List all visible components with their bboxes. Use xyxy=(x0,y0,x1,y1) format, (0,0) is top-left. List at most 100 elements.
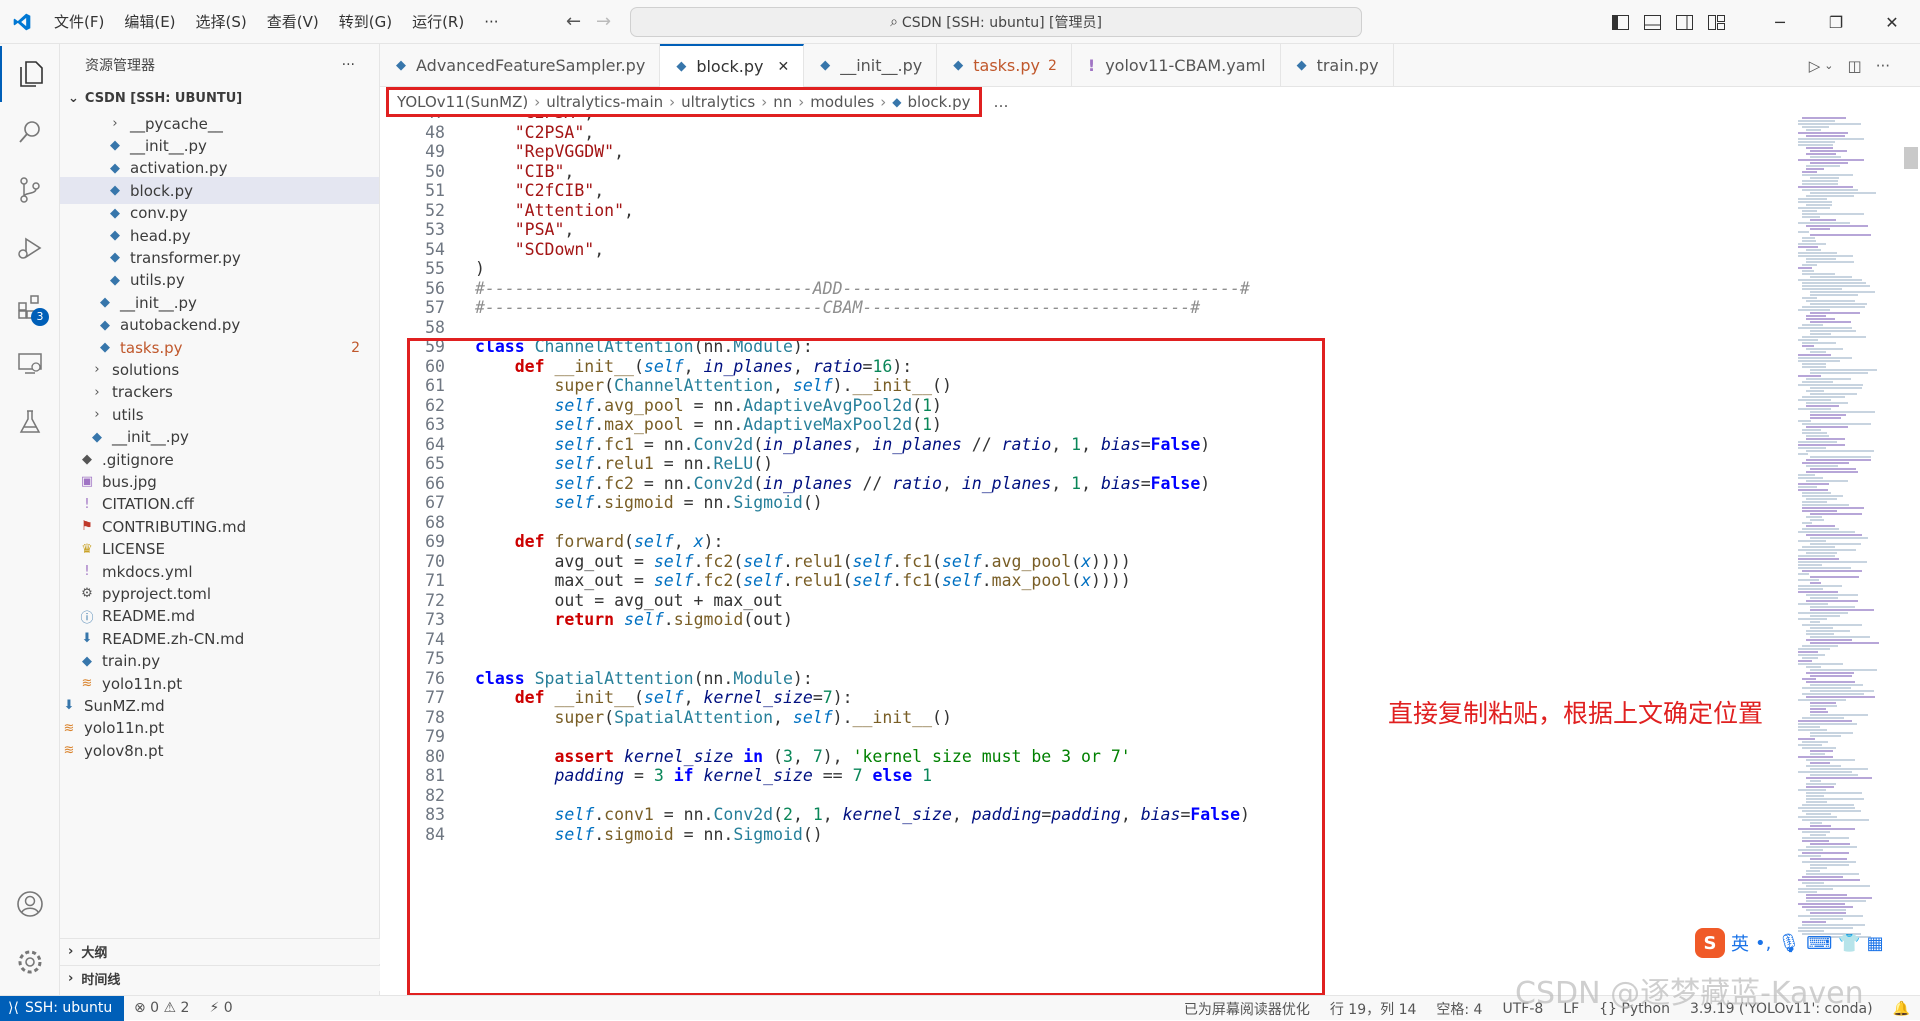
code-line[interactable]: return self.sigmoid(out) xyxy=(475,610,792,629)
code-line[interactable]: self.max_pool = nn.AdaptiveMaxPool2d(1) xyxy=(475,415,941,434)
command-center-search[interactable]: ⌕ CSDN [SSH: ubuntu] [管理员] xyxy=(630,7,1362,37)
code-line[interactable]: assert kernel_size in (3, 7), 'kernel si… xyxy=(475,747,1130,766)
keyboard-icon[interactable]: ⌨ xyxy=(1806,933,1832,954)
sidebar-more-button[interactable]: ··· xyxy=(342,57,355,73)
code-line[interactable]: padding = 3 if kernel_size == 7 else 1 xyxy=(475,766,932,785)
code-line[interactable]: avg_out = self.fc2(self.relu1(self.fc1(s… xyxy=(475,552,1130,571)
code-line[interactable]: self.conv1 = nn.Conv2d(2, 1, kernel_size… xyxy=(475,805,1250,824)
explorer-icon[interactable] xyxy=(0,46,60,102)
back-arrow-icon[interactable]: ← xyxy=(559,11,589,32)
close-window-button[interactable]: ✕ xyxy=(1864,0,1920,44)
notifications-bell-icon[interactable]: 🔔 xyxy=(1883,1001,1920,1017)
minimize-button[interactable]: ─ xyxy=(1752,0,1808,44)
tab-train[interactable]: ◆ train.py xyxy=(1281,44,1394,87)
code-line[interactable]: #----------------------------------CBAM-… xyxy=(475,298,1200,317)
extensions-icon[interactable]: 3 xyxy=(0,278,60,334)
skin-shirt-icon[interactable]: 👕 xyxy=(1838,933,1860,954)
breadcrumb-item[interactable]: ultralytics xyxy=(681,93,755,111)
restore-button[interactable]: ❐ xyxy=(1808,0,1864,44)
ports-indicator[interactable]: ⚡ 0 xyxy=(199,1000,242,1016)
menu-file[interactable]: 文件(F) xyxy=(44,0,114,44)
code-line[interactable]: #---------------------------------ADD---… xyxy=(475,279,1250,298)
menu-edit[interactable]: 编辑(E) xyxy=(114,0,185,44)
minimap[interactable] xyxy=(1790,117,1908,995)
tab-tasks[interactable]: ◆ tasks.py 2 xyxy=(937,44,1072,87)
workspace-root[interactable]: ⌄ CSDN [SSH: UBUNTU] xyxy=(60,86,379,110)
code-editor[interactable]: 47 "C2PSA", 48 "C2PSA", 49 "RepVGGDW", 50 "… xyxy=(380,117,1790,995)
menu-view[interactable]: 查看(V) xyxy=(257,0,329,44)
breadcrumb-item[interactable]: modules xyxy=(810,93,874,111)
menu-goto[interactable]: 转到(G) xyxy=(329,0,402,44)
customize-layout-icon[interactable] xyxy=(1700,0,1732,44)
remote-explorer-icon[interactable] xyxy=(0,336,60,392)
tab-init[interactable]: ◆ __init__.py xyxy=(804,44,938,87)
code-line[interactable]: self.sigmoid = nn.Sigmoid() xyxy=(475,493,822,512)
minimap-line xyxy=(1806,909,1846,911)
outline-section[interactable]: › 大纲 xyxy=(60,938,380,964)
code-line[interactable]: def forward(self, x): xyxy=(475,532,724,551)
menu-run[interactable]: 运行(R) xyxy=(402,0,474,44)
run-debug-icon[interactable] xyxy=(0,220,60,276)
code-line[interactable]: ) xyxy=(475,259,485,278)
menu-more[interactable]: ··· xyxy=(474,0,508,44)
code-line[interactable]: self.relu1 = nn.ReLU() xyxy=(475,454,773,473)
minimap-line xyxy=(1810,825,1831,827)
code-line[interactable]: class SpatialAttention(nn.Module): xyxy=(475,669,813,688)
code-line[interactable]: super(ChannelAttention, self).__init__() xyxy=(475,376,951,395)
code-line[interactable]: "C2PSA", xyxy=(475,123,594,142)
breadcrumb-more[interactable]: … xyxy=(994,93,1009,111)
ime-language[interactable]: 英 xyxy=(1731,930,1749,956)
testing-flask-icon[interactable] xyxy=(0,394,60,450)
tab-block[interactable]: ◆ block.py ✕ xyxy=(660,44,805,87)
ime-punctuation-icon[interactable]: •, xyxy=(1755,933,1771,954)
code-line[interactable]: "C2PSA", xyxy=(475,117,594,122)
tab-advancedfeaturesampler[interactable]: ◆ AdvancedFeatureSampler.py xyxy=(380,44,661,87)
problems-indicator[interactable]: ⊗ 0 ⚠ 2 xyxy=(124,1000,199,1016)
menu-selection[interactable]: 选择(S) xyxy=(186,0,257,44)
settings-gear-icon[interactable] xyxy=(0,934,60,990)
file-tree-item[interactable]: ≋ yolov8n.pt xyxy=(60,737,379,764)
cursor-position[interactable]: 行 19，列 14 xyxy=(1320,999,1427,1019)
remote-indicator[interactable]: ⟩⟨ SSH: ubuntu xyxy=(0,995,124,1021)
search-view-icon[interactable] xyxy=(0,104,60,160)
close-tab-icon[interactable]: ✕ xyxy=(777,59,789,75)
toggle-secondary-sidebar-icon[interactable] xyxy=(1668,0,1700,44)
toggle-panel-icon[interactable] xyxy=(1636,0,1668,44)
code-line[interactable]: self.fc2 = nn.Conv2d(in_planes // ratio,… xyxy=(475,474,1210,493)
breadcrumb-item[interactable]: ultralytics-main xyxy=(546,93,663,111)
split-editor-icon[interactable]: ◫ xyxy=(1848,57,1862,75)
indentation[interactable]: 空格: 4 xyxy=(1426,999,1492,1019)
breadcrumb-item[interactable]: block.py xyxy=(908,93,971,111)
toggle-primary-sidebar-icon[interactable] xyxy=(1604,0,1636,44)
breadcrumb-item[interactable]: YOLOv11(SunMZ) xyxy=(397,93,528,111)
vertical-scrollbar[interactable] xyxy=(1904,147,1918,169)
account-icon[interactable] xyxy=(0,876,60,932)
code-line[interactable]: super(SpatialAttention, self).__init__() xyxy=(475,708,951,727)
more-actions-icon[interactable]: ··· xyxy=(1876,57,1890,75)
code-line[interactable]: max_out = self.fc2(self.relu1(self.fc1(s… xyxy=(475,571,1130,590)
code-line[interactable]: "PSA", xyxy=(475,220,575,239)
code-line[interactable]: "CIB", xyxy=(475,162,575,181)
code-line[interactable]: self.avg_pool = nn.AdaptiveAvgPool2d(1) xyxy=(475,396,941,415)
code-line[interactable]: class ChannelAttention(nn.Module): xyxy=(475,337,813,356)
forward-arrow-icon[interactable]: → xyxy=(589,11,619,32)
minimap-line xyxy=(1798,246,1818,248)
code-line[interactable]: "SCDown", xyxy=(475,240,604,259)
code-line[interactable]: out = avg_out + max_out xyxy=(475,591,782,610)
breadcrumb-item[interactable]: nn xyxy=(773,93,792,111)
screen-reader-status[interactable]: 已为屏幕阅读器优化 xyxy=(1174,999,1320,1019)
timeline-section[interactable]: › 时间线 xyxy=(60,965,380,991)
code-line[interactable]: self.sigmoid = nn.Sigmoid() xyxy=(475,825,822,844)
run-file-icon[interactable]: ▷ xyxy=(1809,57,1821,75)
code-line[interactable]: self.fc1 = nn.Conv2d(in_planes, in_plane… xyxy=(475,435,1210,454)
chevron-down-icon[interactable]: ⌄ xyxy=(1824,59,1833,72)
code-line[interactable]: def __init__(self, in_planes, ratio=16): xyxy=(475,357,912,376)
code-line[interactable]: "RepVGGDW", xyxy=(475,142,624,161)
code-line[interactable]: def __init__(self, kernel_size=7): xyxy=(475,688,853,707)
tab-yolov11-cbam-yaml[interactable]: ! yolov11-CBAM.yaml xyxy=(1072,44,1281,87)
toolbox-grid-icon[interactable]: ▦ xyxy=(1867,933,1884,954)
code-line[interactable]: "Attention", xyxy=(475,201,634,220)
microphone-icon[interactable]: 🎙 xyxy=(1777,933,1800,954)
code-line[interactable]: "C2fCIB", xyxy=(475,181,604,200)
source-control-icon[interactable] xyxy=(0,162,60,218)
